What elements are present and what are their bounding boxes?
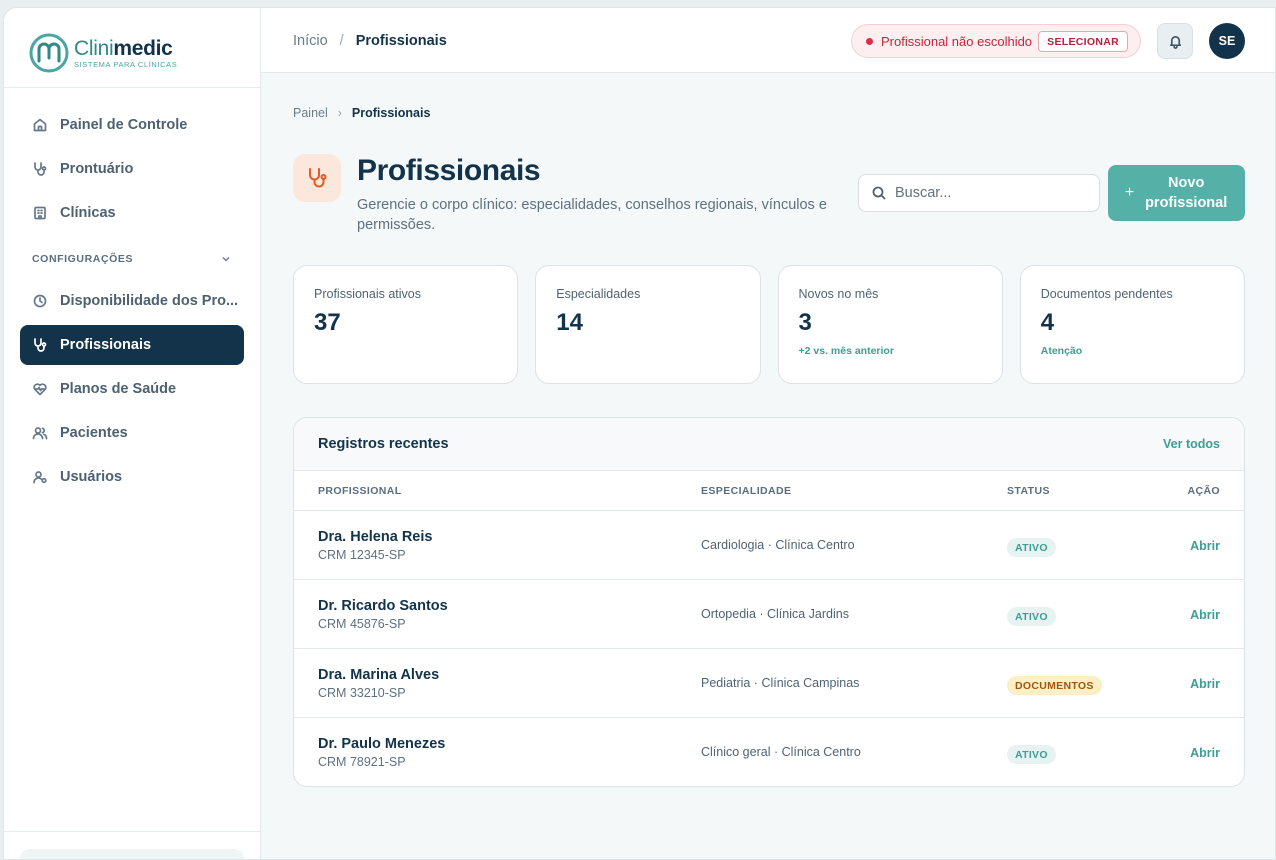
crumb-inicio[interactable]: Início bbox=[293, 33, 328, 49]
professional-specialty: Clínico geral · Clínica Centro bbox=[701, 745, 861, 759]
stethoscope-icon bbox=[309, 168, 327, 188]
sidebar-item-disponibilidade[interactable]: Disponibilidade dos Pro... bbox=[20, 281, 244, 321]
app-window: Clinimedic SISTEMA PARA CLÍNICAS Painel … bbox=[3, 7, 1276, 860]
open-link[interactable]: Abrir bbox=[1190, 608, 1220, 622]
home-icon bbox=[33, 118, 47, 132]
notifications-button[interactable] bbox=[1157, 23, 1193, 59]
topbar: Início / Profissionais Profissional não es… bbox=[261, 8, 1275, 73]
stat-card-ativos: Profissionais ativos 37 bbox=[293, 265, 519, 384]
bell-icon bbox=[1169, 35, 1181, 49]
sidebar-item-clinicas[interactable]: Clínicas bbox=[20, 193, 244, 233]
stat-card-especialidades: Especialidades 14 bbox=[535, 265, 761, 384]
table-row[interactable]: Dr. Ricardo Santos CRM 45876-SP Ortopedi… bbox=[294, 580, 1244, 649]
chevron-right-icon: › bbox=[337, 106, 342, 120]
recent-records-header: Registros recentes Ver todos bbox=[294, 418, 1244, 471]
page-icon bbox=[293, 154, 341, 202]
status-dot bbox=[866, 37, 873, 45]
sidebar-item-prontuario[interactable]: Prontuário bbox=[20, 149, 244, 189]
professional-status-pill: Profissional não escolhido SELECIONAR bbox=[851, 24, 1141, 58]
crumb-painel[interactable]: Painel bbox=[293, 106, 328, 120]
professional-specialty: Cardiologia · Clínica Centro bbox=[701, 538, 855, 552]
sidebar-nav: Painel de Controle Prontuário Clínicas C… bbox=[20, 105, 244, 501]
recent-records-title: Registros recentes bbox=[318, 436, 449, 452]
professional-name: Dra. Marina Alves bbox=[318, 667, 440, 683]
sidebar-divider bbox=[4, 87, 260, 88]
table-row[interactable]: Dr. Paulo Menezes CRM 78921-SP Clínico g… bbox=[294, 718, 1244, 786]
main-content: Início / Profissionais Profissional não es… bbox=[261, 8, 1275, 859]
open-link[interactable]: Abrir bbox=[1190, 539, 1220, 553]
stat-alert: Atenção bbox=[1040, 345, 1083, 357]
stat-card-documentos: Documentos pendentes 4 Atenção bbox=[1019, 265, 1245, 384]
open-link[interactable]: Abrir bbox=[1190, 746, 1220, 760]
chevron-down-icon bbox=[222, 256, 230, 262]
status-badge: ATIVO bbox=[1007, 607, 1056, 626]
plus-icon: + bbox=[1124, 184, 1135, 201]
sidebar-item-planos[interactable]: Planos de Saúde bbox=[20, 369, 244, 409]
page-title: Profissionais bbox=[357, 154, 541, 187]
sidebar-item-profissionais[interactable]: Profissionais bbox=[20, 325, 244, 365]
page-subtitle: Gerencie o corpo clínico: especialidades… bbox=[357, 197, 827, 233]
search-icon bbox=[872, 186, 886, 200]
select-professional-button[interactable]: SELECIONAR bbox=[1038, 31, 1128, 52]
col-specialty: ESPECIALIDADE bbox=[701, 485, 792, 497]
users-icon bbox=[32, 427, 48, 440]
sidebar-item-pacientes[interactable]: Pacientes bbox=[20, 413, 244, 453]
status-badge: ATIVO bbox=[1007, 538, 1056, 557]
table-row[interactable]: Dra. Marina Alves CRM 33210-SP Pediatria… bbox=[294, 649, 1244, 718]
logo-mark-icon bbox=[29, 33, 69, 73]
table-header: PROFISSIONAL ESPECIALIDADE STATUS AÇÃO bbox=[294, 471, 1244, 511]
topbar-breadcrumb: Início / Profissionais bbox=[293, 33, 447, 49]
professional-specialty: Pediatria · Clínica Campinas bbox=[701, 676, 860, 690]
stethoscope-icon bbox=[34, 162, 47, 176]
professional-crm: CRM 78921-SP bbox=[318, 755, 406, 769]
view-all-link[interactable]: Ver todos bbox=[1163, 437, 1220, 451]
col-status: STATUS bbox=[1007, 485, 1050, 497]
search-input[interactable] bbox=[895, 185, 1085, 201]
breadcrumb: Painel › Profissionais bbox=[293, 106, 430, 120]
brand-tagline: SISTEMA PARA CLÍNICAS bbox=[74, 59, 178, 69]
search-box[interactable] bbox=[858, 174, 1100, 212]
open-link[interactable]: Abrir bbox=[1190, 677, 1220, 691]
new-professional-button[interactable]: + Novo profissional bbox=[1108, 165, 1245, 221]
recent-records-card: Registros recentes Ver todos PROFISSIONA… bbox=[293, 417, 1245, 787]
building-icon bbox=[34, 206, 46, 220]
col-professional: PROFISSIONAL bbox=[318, 485, 402, 497]
stat-card-novos: Novos no mês 3 +2 vs. mês anterior bbox=[777, 265, 1003, 384]
sidebar-item-usuarios[interactable]: Usuários bbox=[20, 457, 244, 497]
crumb-profissionais: Profissionais bbox=[351, 106, 431, 120]
crumb-current: Profissionais bbox=[355, 33, 447, 49]
status-badge: DOCUMENTOS bbox=[1007, 676, 1102, 695]
sidebar-footer-card[interactable] bbox=[20, 849, 244, 859]
professional-crm: CRM 12345-SP bbox=[318, 548, 406, 562]
clock-icon bbox=[33, 294, 47, 308]
professional-name: Dra. Helena Reis bbox=[318, 529, 433, 545]
sidebar-item-painel[interactable]: Painel de Controle bbox=[20, 105, 244, 145]
professional-name: Dr. Paulo Menezes bbox=[318, 736, 446, 752]
professional-name: Dr. Ricardo Santos bbox=[318, 598, 448, 614]
stats-row: Profissionais ativos 37 Especialidades 1… bbox=[293, 265, 1245, 384]
professional-crm: CRM 45876-SP bbox=[318, 617, 406, 631]
sidebar: Clinimedic SISTEMA PARA CLÍNICAS Painel … bbox=[4, 8, 261, 859]
professional-crm: CRM 33210-SP bbox=[318, 686, 406, 700]
user-cog-icon bbox=[33, 471, 47, 484]
heart-pulse-icon bbox=[33, 383, 47, 396]
brand-logo[interactable]: Clinimedic SISTEMA PARA CLÍNICAS bbox=[28, 32, 177, 74]
sidebar-footer-divider bbox=[4, 831, 260, 832]
section-configuracoes[interactable]: CONFIGURAÇÕES bbox=[20, 241, 244, 277]
table-row[interactable]: Dra. Helena Reis CRM 12345-SP Cardiologi… bbox=[294, 511, 1244, 580]
col-action: AÇÃO bbox=[1187, 485, 1220, 497]
brand-name: Clinimedic bbox=[74, 36, 173, 60]
professional-status-text: Profissional não escolhido bbox=[881, 33, 1033, 49]
stethoscope-icon bbox=[34, 338, 47, 352]
stat-trend: +2 vs. mês anterior bbox=[798, 345, 894, 357]
status-badge: ATIVO bbox=[1007, 745, 1056, 764]
user-avatar[interactable]: SE bbox=[1209, 23, 1245, 59]
professional-specialty: Ortopedia · Clínica Jardins bbox=[701, 607, 849, 621]
